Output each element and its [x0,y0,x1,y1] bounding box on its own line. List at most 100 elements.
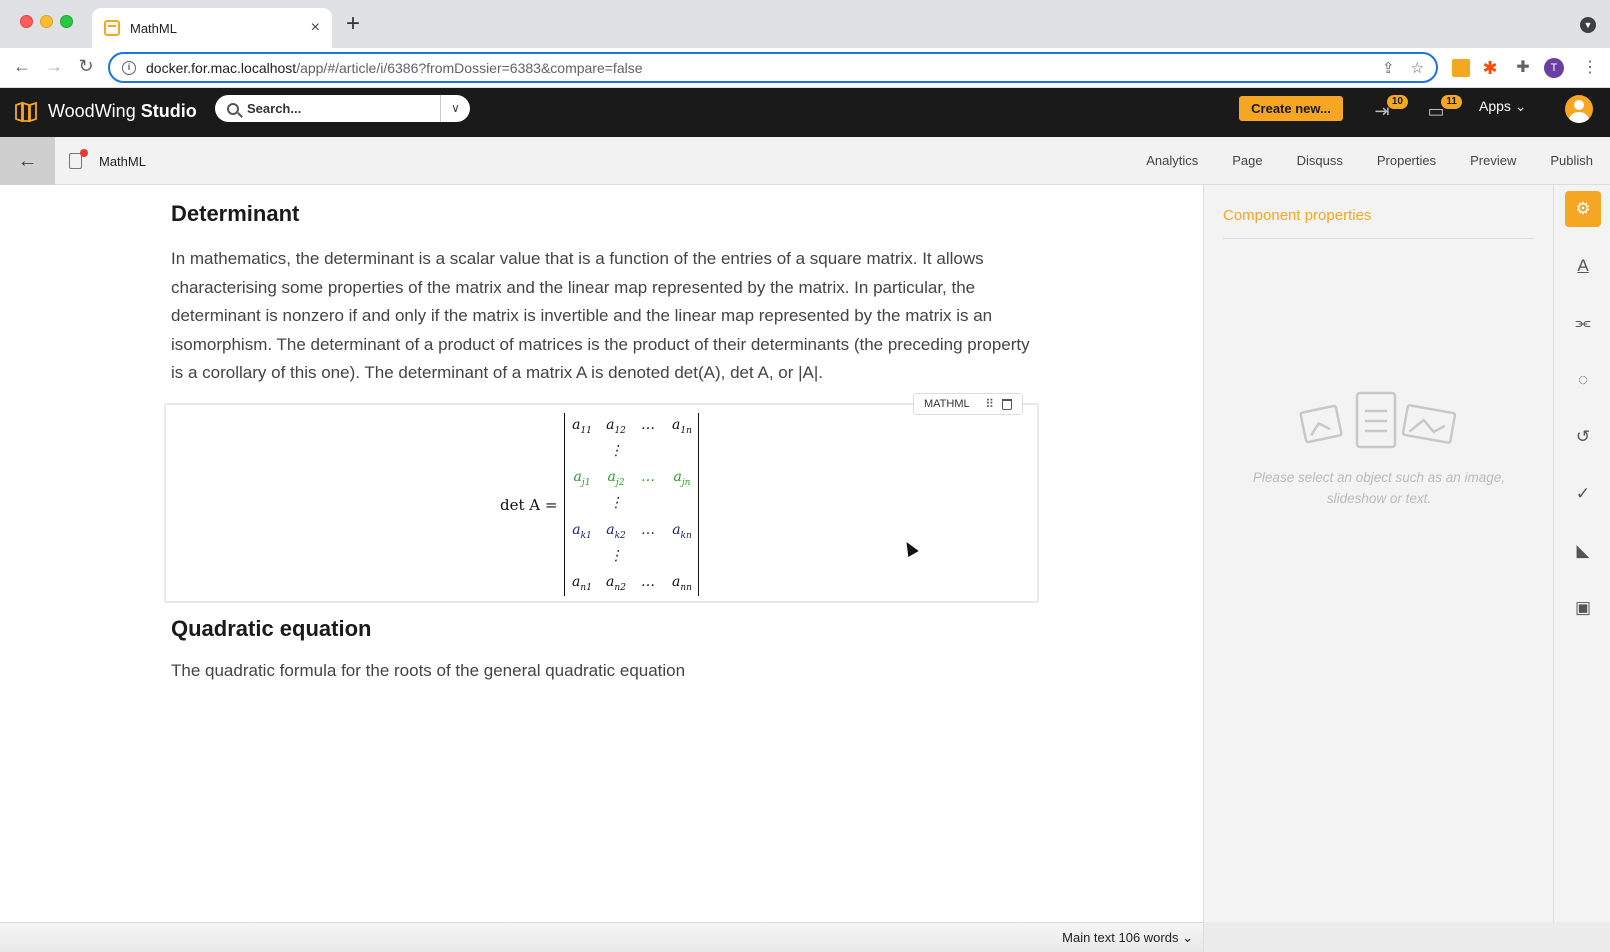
tab-favicon-icon [104,20,120,36]
matrix-cell: ⋮ [609,547,623,564]
app-brand[interactable]: WoodWing Studio [48,101,197,122]
tab-search-icon[interactable]: ▼ [1580,17,1596,33]
gear-icon[interactable]: ⚙ [1565,191,1601,227]
browser-toolbar: ← → ↻ i docker.for.mac.localhost/app/#/a… [0,48,1610,88]
matrix-cell: ⋮ [609,443,623,460]
status-bar-right [1203,922,1610,952]
tab-analytics[interactable]: Analytics [1129,137,1215,185]
search-icon [227,102,239,115]
ai-icon[interactable]: ◣ [1565,533,1601,569]
matrix-cell: ajn [673,469,691,489]
share-icon[interactable]: ⇪ [1382,59,1395,77]
paragraph-quadratic[interactable]: The quadratic formula for the roots of t… [171,661,685,681]
tab-page[interactable]: Page [1215,137,1279,185]
bookmark-star-icon[interactable]: ☆ [1411,59,1424,77]
component-type-label: MATHML [924,398,970,410]
browser-back-button[interactable]: ← [10,56,34,77]
matrix-cell: a12 [606,417,626,436]
user-avatar[interactable] [1565,95,1593,123]
comment-icon[interactable]: ◌ [1565,362,1601,398]
inbox-icon[interactable]: ▭ 11 [1424,95,1462,123]
search-input[interactable] [247,101,427,116]
browser-forward-button[interactable]: → [42,56,66,77]
browser-reload-button[interactable]: ↻ [74,56,98,77]
word-count-label: Main text 106 words [1062,930,1179,945]
matrix-cell: … [641,417,655,433]
brand-bold: Studio [140,101,197,121]
site-info-icon[interactable]: i [122,60,136,75]
export-tray-icon[interactable]: ⇥ 10 [1370,95,1408,123]
matrix-cell: … [641,573,655,590]
article-toolbar: ← MathML Analytics Page Disquss Properti… [0,137,1610,185]
window-zoom-button[interactable] [60,15,73,28]
search-box[interactable]: ∨ [215,95,470,122]
create-new-button[interactable]: Create new... [1239,96,1343,121]
url-path: /app/#/article/i/6386?fromDossier=6383&c… [296,59,643,76]
heading-quadratic[interactable]: Quadratic equation [171,616,371,642]
address-url[interactable]: docker.for.mac.localhost/app/#/article/i… [146,60,1366,76]
paperclip-icon[interactable]: ⫘ [1565,305,1601,341]
search-filter-dropdown[interactable]: ∨ [440,95,470,122]
side-rail: ⚙ A ⫘ ◌ ↺ ✓ ◣ ▣ [1553,185,1610,922]
component-properties-panel: Component properties Please select an ob… [1203,185,1553,922]
tab-properties[interactable]: Properties [1360,137,1453,185]
tab-publish[interactable]: Publish [1533,137,1610,185]
browser-tab[interactable]: MathML × [92,8,332,48]
app-header: WoodWing Studio ∨ Create new... ⇥10 ▭11 … [0,88,1610,137]
empty-state-illustration-icon [1299,391,1457,449]
panel-title: Component properties [1223,207,1372,224]
extension-burst-icon[interactable]: ✱ [1481,59,1499,77]
math-lhs: det A = [500,496,558,514]
matrix-cell: a1n [672,417,692,436]
matrix-cell: aj2 [607,469,625,489]
new-tab-button[interactable]: + [346,10,360,38]
extension-woodwing-icon[interactable] [1452,59,1470,77]
matrix-cell: a11 [572,417,592,436]
woodwing-logo-icon [15,101,37,123]
article-nav-tabs: Analytics Page Disquss Properties Previe… [1129,137,1610,185]
tab-disquss[interactable]: Disquss [1280,137,1360,185]
delete-icon[interactable] [1002,398,1012,410]
paragraph-determinant[interactable]: In mathematics, the determinant is a sca… [171,245,1031,388]
empty-state-text: Please select an object such as an image… [1252,470,1506,506]
tab-title: MathML [130,20,177,36]
matrix-cell: … [641,521,655,538]
back-button[interactable]: ← [0,137,55,185]
profile-avatar[interactable]: T [1544,58,1564,78]
matrix-cell: an1 [572,573,592,593]
extensions-puzzle-icon[interactable]: ✚ [1514,59,1532,77]
address-bar[interactable]: i docker.for.mac.localhost/app/#/article… [108,52,1438,83]
apps-menu[interactable]: Apps ⌄ [1479,98,1527,115]
article-editor: Determinant In mathematics, the determin… [0,185,1203,922]
drag-handle-icon[interactable]: ⠿ [985,397,994,411]
unsaved-indicator-dot [80,149,88,157]
brand-regular: WoodWing [48,101,136,121]
tab-preview[interactable]: Preview [1453,137,1533,185]
mathml-component-toolbar: MATHML ⠿ [913,393,1023,415]
matrix-cell: ann [672,573,692,593]
matrix-cell: akn [672,521,692,541]
history-icon[interactable]: ↺ [1565,419,1601,455]
window-close-button[interactable] [20,15,33,28]
panel-divider [1223,238,1534,239]
matrix-cell: an2 [606,573,626,593]
document-title: MathML [99,154,146,169]
browser-tab-strip: MathML × + ▼ [0,0,1610,48]
browser-menu-icon[interactable]: ⋮ [1582,57,1598,77]
matrix-cell: ak1 [572,521,592,541]
status-bar: Main text 106 words ⌄ [0,922,1203,952]
matrix-cell: ak2 [606,521,626,541]
matrix-cell: ⋮ [609,495,623,512]
inbox-count-badge: 11 [1441,95,1462,109]
heading-determinant[interactable]: Determinant [171,201,299,227]
apps-label: Apps [1479,98,1511,114]
word-count-dropdown[interactable]: Main text 106 words ⌄ [1062,930,1193,946]
typography-icon[interactable]: A [1565,248,1601,284]
matrix-cell: aj1 [573,469,591,489]
tab-close-icon[interactable]: × [311,19,320,37]
check-icon[interactable]: ✓ [1565,476,1601,512]
url-host: docker.for.mac.localhost [146,59,297,76]
window-minimize-button[interactable] [40,15,53,28]
text-box-icon[interactable]: ▣ [1565,590,1601,626]
determinant-matrix: a11 a12 … a1n ⋮ aj1 aj2 … ajn ⋮ ak1 ak2 … akn ⋮ an1 an2 …… [564,413,699,596]
